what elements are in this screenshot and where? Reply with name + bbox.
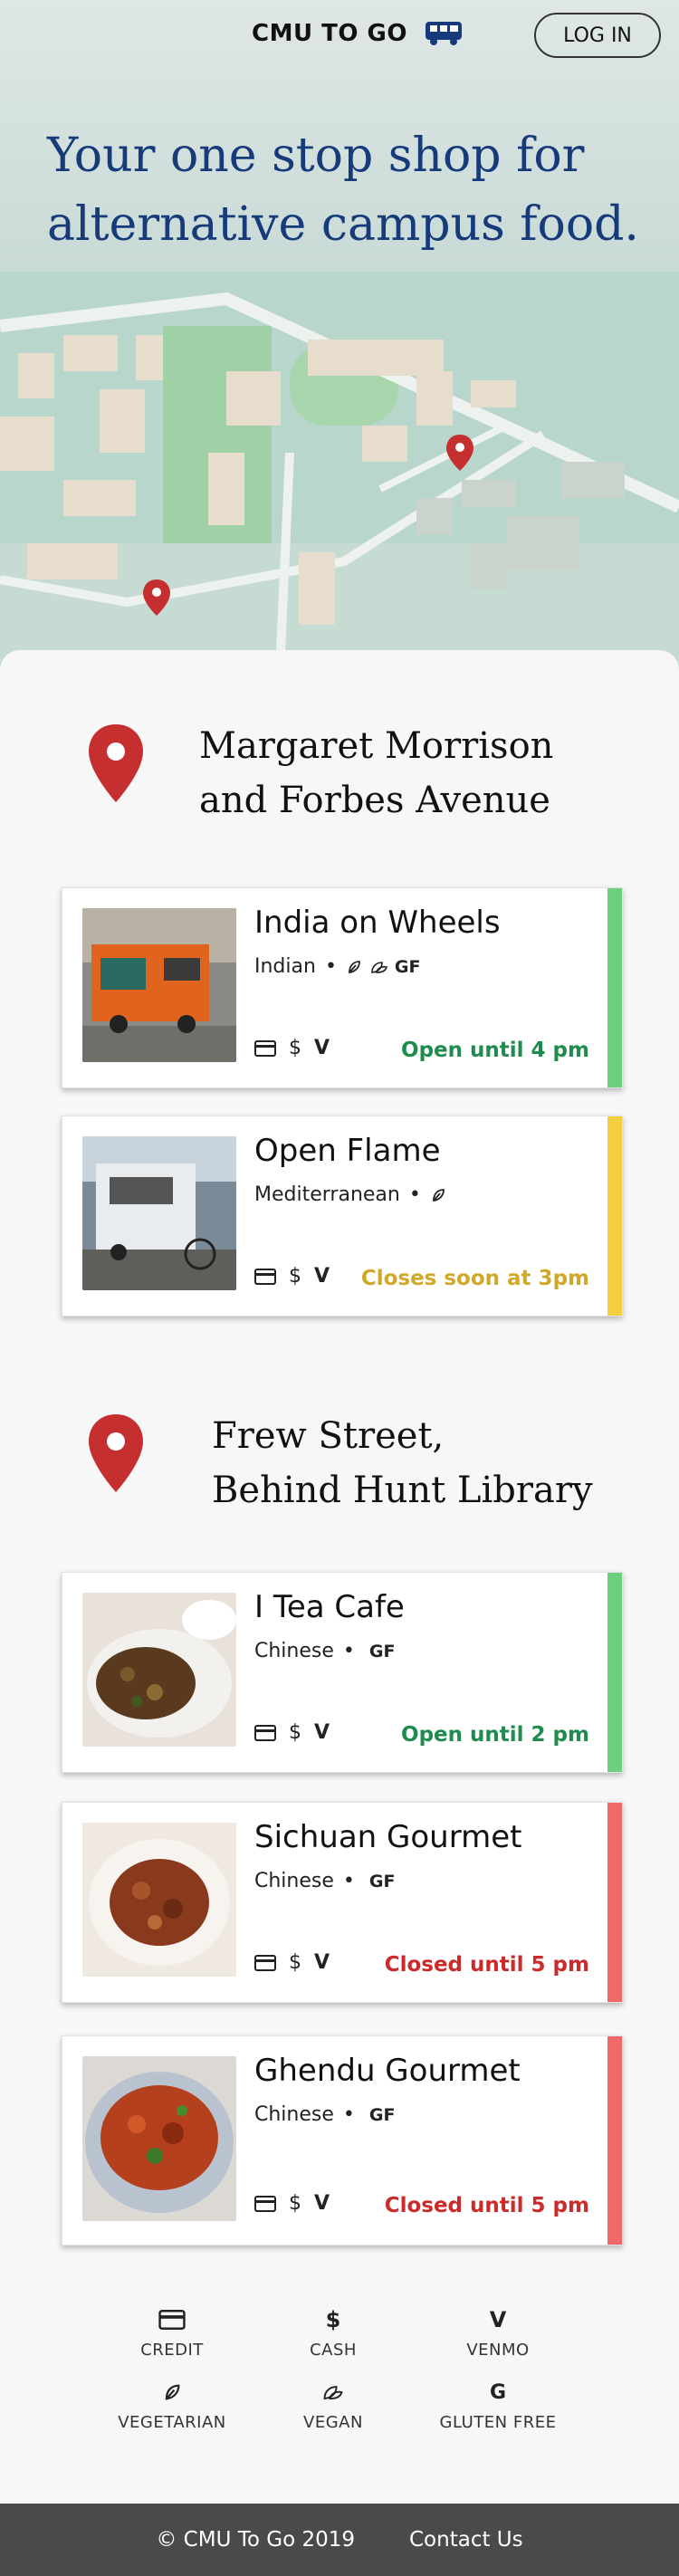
food-truck-card[interactable]: Open Flame Mediterranean • $ V Closes so…	[62, 1116, 623, 1317]
cuisine-label: Mediterranean	[254, 1183, 400, 1206]
payment-icons: $ V	[254, 1037, 330, 1059]
status-bar	[607, 888, 622, 1087]
food-truck-card[interactable]: India on Wheels Indian • GF $ V Open unt…	[62, 887, 623, 1088]
main-content: Margaret Morrison and Forbes Avenue Indi…	[0, 650, 679, 2502]
footer: © CMU To Go 2019 Contact Us	[0, 2504, 679, 2576]
copyright-text: © CMU To Go 2019	[156, 2528, 355, 2552]
truck-meta: Chinese • GF	[254, 2103, 395, 2126]
location-name: Frew Street, Behind Hunt Library	[212, 1415, 593, 1511]
venmo-icon: V	[314, 2192, 330, 2215]
legend-venmo: V VENMO	[407, 2304, 588, 2360]
truck-photo	[82, 1136, 236, 1290]
payment-icons: $ V	[254, 2192, 330, 2215]
brand-text: CMU TO GO	[252, 20, 407, 47]
legend-gluten-free: G GLUTEN FREE	[407, 2377, 588, 2433]
hero-title: Your one stop shop for alternative campu…	[47, 129, 639, 252]
brand[interactable]: CMU TO GO	[252, 20, 465, 47]
truck-meta: Mediterranean •	[254, 1183, 446, 1206]
campus-map	[0, 272, 679, 670]
status-text: Closes soon at 3pm	[360, 1267, 589, 1290]
cash-icon: $	[289, 2192, 301, 2215]
truck-name: India on Wheels	[254, 905, 501, 941]
separator-dot: •	[342, 2103, 355, 2126]
status-text: Closed until 5 pm	[384, 1953, 589, 1977]
food-photo	[82, 1823, 236, 1977]
vegan-icon	[371, 961, 387, 973]
gluten-free-icon: G	[489, 2380, 507, 2404]
cash-icon: $	[325, 2307, 341, 2332]
venmo-icon: V	[314, 1037, 330, 1059]
status-bar	[607, 1803, 622, 2002]
payment-icons: $ V	[254, 1721, 330, 1744]
cash-icon: $	[289, 1951, 301, 1974]
cuisine-label: Chinese	[254, 1870, 334, 1892]
credit-card-icon	[158, 2310, 186, 2330]
status-bar	[607, 1116, 622, 1316]
truck-name: Sichuan Gourmet	[254, 1819, 522, 1855]
vegetarian-icon	[349, 960, 360, 973]
legend-vegetarian: VEGETARIAN	[81, 2377, 263, 2432]
cash-icon: $	[289, 1265, 301, 1288]
truck-photo	[82, 908, 236, 1062]
status-bar	[607, 1573, 622, 1772]
top-nav: CMU TO GO LOG IN	[0, 13, 679, 58]
separator-dot: •	[408, 1183, 421, 1206]
location-header: Margaret Morrison and Forbes Avenue	[0, 723, 679, 858]
bus-icon	[425, 22, 462, 45]
food-photo	[82, 1593, 236, 1747]
venmo-icon: V	[314, 1265, 330, 1288]
status-text: Open until 4 pm	[401, 1039, 589, 1062]
vegetarian-icon	[432, 1188, 445, 1202]
truck-meta: Chinese • GF	[254, 1640, 395, 1662]
cash-icon: $	[289, 1037, 301, 1059]
status-text: Open until 2 pm	[401, 1723, 589, 1747]
food-truck-card[interactable]: I Tea Cafe Chinese • GF $ V Open until 2…	[62, 1572, 623, 1773]
food-photo	[82, 2056, 236, 2221]
cuisine-label: Indian	[254, 955, 316, 978]
truck-meta: Indian • GF	[254, 955, 421, 978]
gluten-free-badge: GF	[368, 1871, 396, 1891]
legend-vegan: VEGAN	[243, 2377, 424, 2432]
food-truck-card[interactable]: Ghendu Gourmet Chinese • GF $ V Closed u…	[62, 2035, 623, 2246]
credit-card-icon	[254, 1268, 276, 1285]
status-text: Closed until 5 pm	[384, 2194, 589, 2217]
vegetarian-icon	[165, 2384, 180, 2400]
payment-icons: $ V	[254, 1951, 330, 1974]
status-bar	[607, 2036, 622, 2245]
cuisine-label: Chinese	[254, 2103, 334, 2126]
food-truck-card[interactable]: Sichuan Gourmet Chinese • GF $ V Closed …	[62, 1802, 623, 2003]
separator-dot: •	[342, 1870, 355, 1892]
gluten-free-badge: GF	[394, 956, 421, 977]
venmo-icon: V	[314, 1721, 330, 1744]
hero-section: CMU TO GO LOG IN Your one stop shop for …	[0, 0, 679, 670]
truck-name: Open Flame	[254, 1133, 441, 1169]
truck-name: I Tea Cafe	[254, 1589, 405, 1625]
location-pin-icon	[89, 1414, 143, 1492]
gluten-free-badge: GF	[368, 2104, 396, 2125]
location-pin-icon	[89, 724, 143, 802]
separator-dot: •	[342, 1640, 355, 1662]
contact-us-link[interactable]: Contact Us	[409, 2528, 523, 2552]
location-header: Frew Street, Behind Hunt Library	[0, 1412, 679, 1548]
gluten-free-badge: GF	[368, 1641, 396, 1661]
legend-credit: CREDIT	[81, 2304, 263, 2360]
icon-legend: CREDIT $ CASH V VENMO VEGETARIAN VEGAN G…	[0, 2286, 679, 2467]
cuisine-label: Chinese	[254, 1640, 334, 1662]
credit-card-icon	[254, 1954, 276, 1971]
login-button[interactable]: LOG IN	[534, 13, 661, 58]
venmo-icon: V	[489, 2307, 507, 2332]
credit-card-icon	[254, 1039, 276, 1057]
credit-card-icon	[254, 2195, 276, 2212]
vegan-icon	[323, 2386, 343, 2400]
truck-name: Ghendu Gourmet	[254, 2053, 521, 2089]
cash-icon: $	[289, 1721, 301, 1744]
payment-icons: $ V	[254, 1265, 330, 1288]
legend-cash: $ CASH	[243, 2304, 424, 2360]
credit-card-icon	[254, 1724, 276, 1741]
truck-meta: Chinese • GF	[254, 1870, 395, 1892]
location-name: Margaret Morrison and Forbes Avenue	[199, 725, 554, 821]
separator-dot: •	[324, 955, 337, 978]
venmo-icon: V	[314, 1951, 330, 1974]
